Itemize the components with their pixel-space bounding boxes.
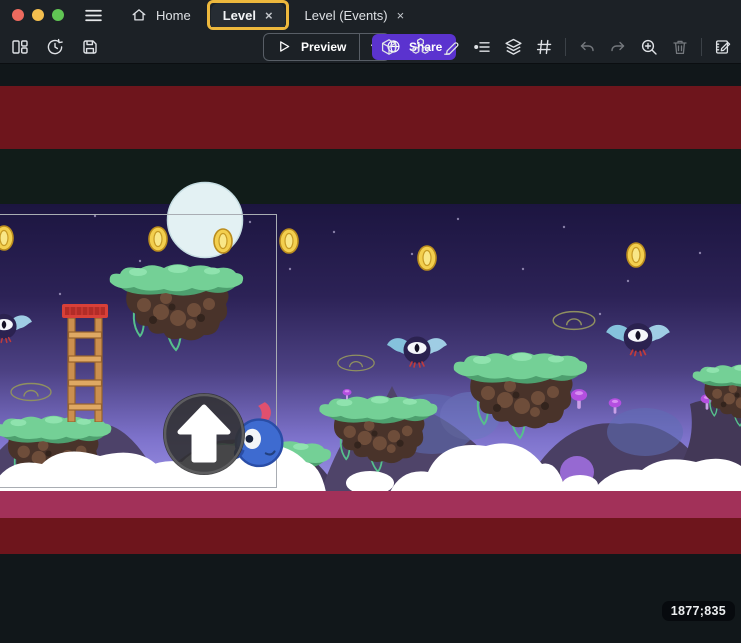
tutorial-highlight-box: Level ×: [207, 0, 289, 30]
layers-icon: [504, 37, 523, 56]
preview-button[interactable]: Preview: [264, 34, 359, 60]
main-menu-button[interactable]: [84, 6, 103, 25]
minimize-window-button[interactable]: [32, 9, 44, 21]
delete-button[interactable]: [670, 37, 690, 57]
traffic-lights: [12, 9, 64, 21]
coin-instance[interactable]: [214, 229, 232, 253]
undo-icon: [578, 38, 596, 56]
editor-background-bottom: [0, 554, 741, 638]
play-icon: [277, 39, 292, 54]
toolbar-right-group: [379, 37, 733, 57]
star: [522, 268, 524, 270]
history-button[interactable]: [45, 37, 65, 57]
background-band-red-top: [0, 86, 741, 149]
coin-instance[interactable]: [418, 246, 436, 270]
star: [333, 231, 335, 233]
cube-icon: [380, 38, 398, 56]
save-button[interactable]: [80, 37, 100, 57]
star: [139, 260, 141, 262]
grid-button[interactable]: [534, 37, 554, 57]
background-band-pink-bottom: [0, 491, 741, 518]
scene-editor-canvas[interactable]: 1877;835: [0, 64, 741, 638]
star: [457, 218, 459, 220]
tab-level-label: Level: [223, 8, 256, 23]
grid-icon: [535, 38, 553, 56]
preview-label: Preview: [301, 40, 346, 54]
toolbar-left-group: [10, 37, 100, 57]
tab-level-events-close-icon[interactable]: ×: [397, 9, 405, 22]
editor-toolbar: Preview Share: [0, 30, 741, 64]
coin-instance[interactable]: [280, 229, 298, 253]
tab-level-events[interactable]: Level (Events) ×: [293, 0, 417, 30]
star: [411, 253, 413, 255]
pencil-icon: [442, 38, 460, 56]
zoom-in-icon: [640, 38, 658, 56]
object-groups-button[interactable]: [410, 37, 430, 57]
background-band-red-bottom: [0, 518, 741, 554]
star: [563, 226, 565, 228]
cube-button[interactable]: [379, 37, 399, 57]
close-window-button[interactable]: [12, 9, 24, 21]
history-icon: [46, 38, 64, 56]
object-groups-icon: [411, 37, 430, 56]
instances-list-icon: [473, 38, 491, 56]
star: [627, 280, 629, 282]
tab-level[interactable]: Level ×: [211, 3, 285, 27]
coin-instance[interactable]: [149, 227, 167, 251]
zoom-in-button[interactable]: [639, 37, 659, 57]
trash-icon: [671, 38, 689, 56]
tab-level-events-label: Level (Events): [305, 8, 388, 23]
editors-panel-icon: [11, 38, 29, 56]
save-icon: [81, 38, 99, 56]
toolbar-separator: [565, 38, 566, 56]
editors-panel-button[interactable]: [10, 37, 30, 57]
tab-bar: Home Level × Level (Events) ×: [119, 0, 416, 30]
coin-instance[interactable]: [627, 243, 645, 267]
undo-button[interactable]: [577, 37, 597, 57]
maximize-window-button[interactable]: [52, 9, 64, 21]
star: [599, 313, 601, 315]
star: [59, 293, 61, 295]
toolbar-separator: [701, 38, 702, 56]
star: [699, 252, 701, 254]
arrow-instance[interactable]: [163, 393, 245, 475]
edit-properties-button[interactable]: [713, 37, 733, 57]
cursor-coordinates-badge: 1877;835: [662, 601, 735, 621]
redo-button[interactable]: [608, 37, 628, 57]
tab-level-close-icon[interactable]: ×: [265, 9, 273, 22]
redo-icon: [609, 38, 627, 56]
title-bar: Home Level × Level (Events) ×: [0, 0, 741, 30]
coin-instance[interactable]: [0, 226, 13, 250]
star: [94, 215, 96, 217]
draw-button[interactable]: [441, 37, 461, 57]
hamburger-icon: [84, 6, 103, 25]
star: [289, 268, 291, 270]
edit-properties-icon: [714, 38, 732, 56]
star: [249, 221, 251, 223]
tab-home[interactable]: Home: [119, 0, 203, 30]
home-icon: [131, 7, 147, 23]
background-band-dark-top: [0, 64, 741, 86]
tab-home-label: Home: [156, 8, 191, 23]
background-band-dark-mid: [0, 149, 741, 204]
scene-svg[interactable]: [0, 64, 741, 638]
instances-list-button[interactable]: [472, 37, 492, 57]
layers-button[interactable]: [503, 37, 523, 57]
